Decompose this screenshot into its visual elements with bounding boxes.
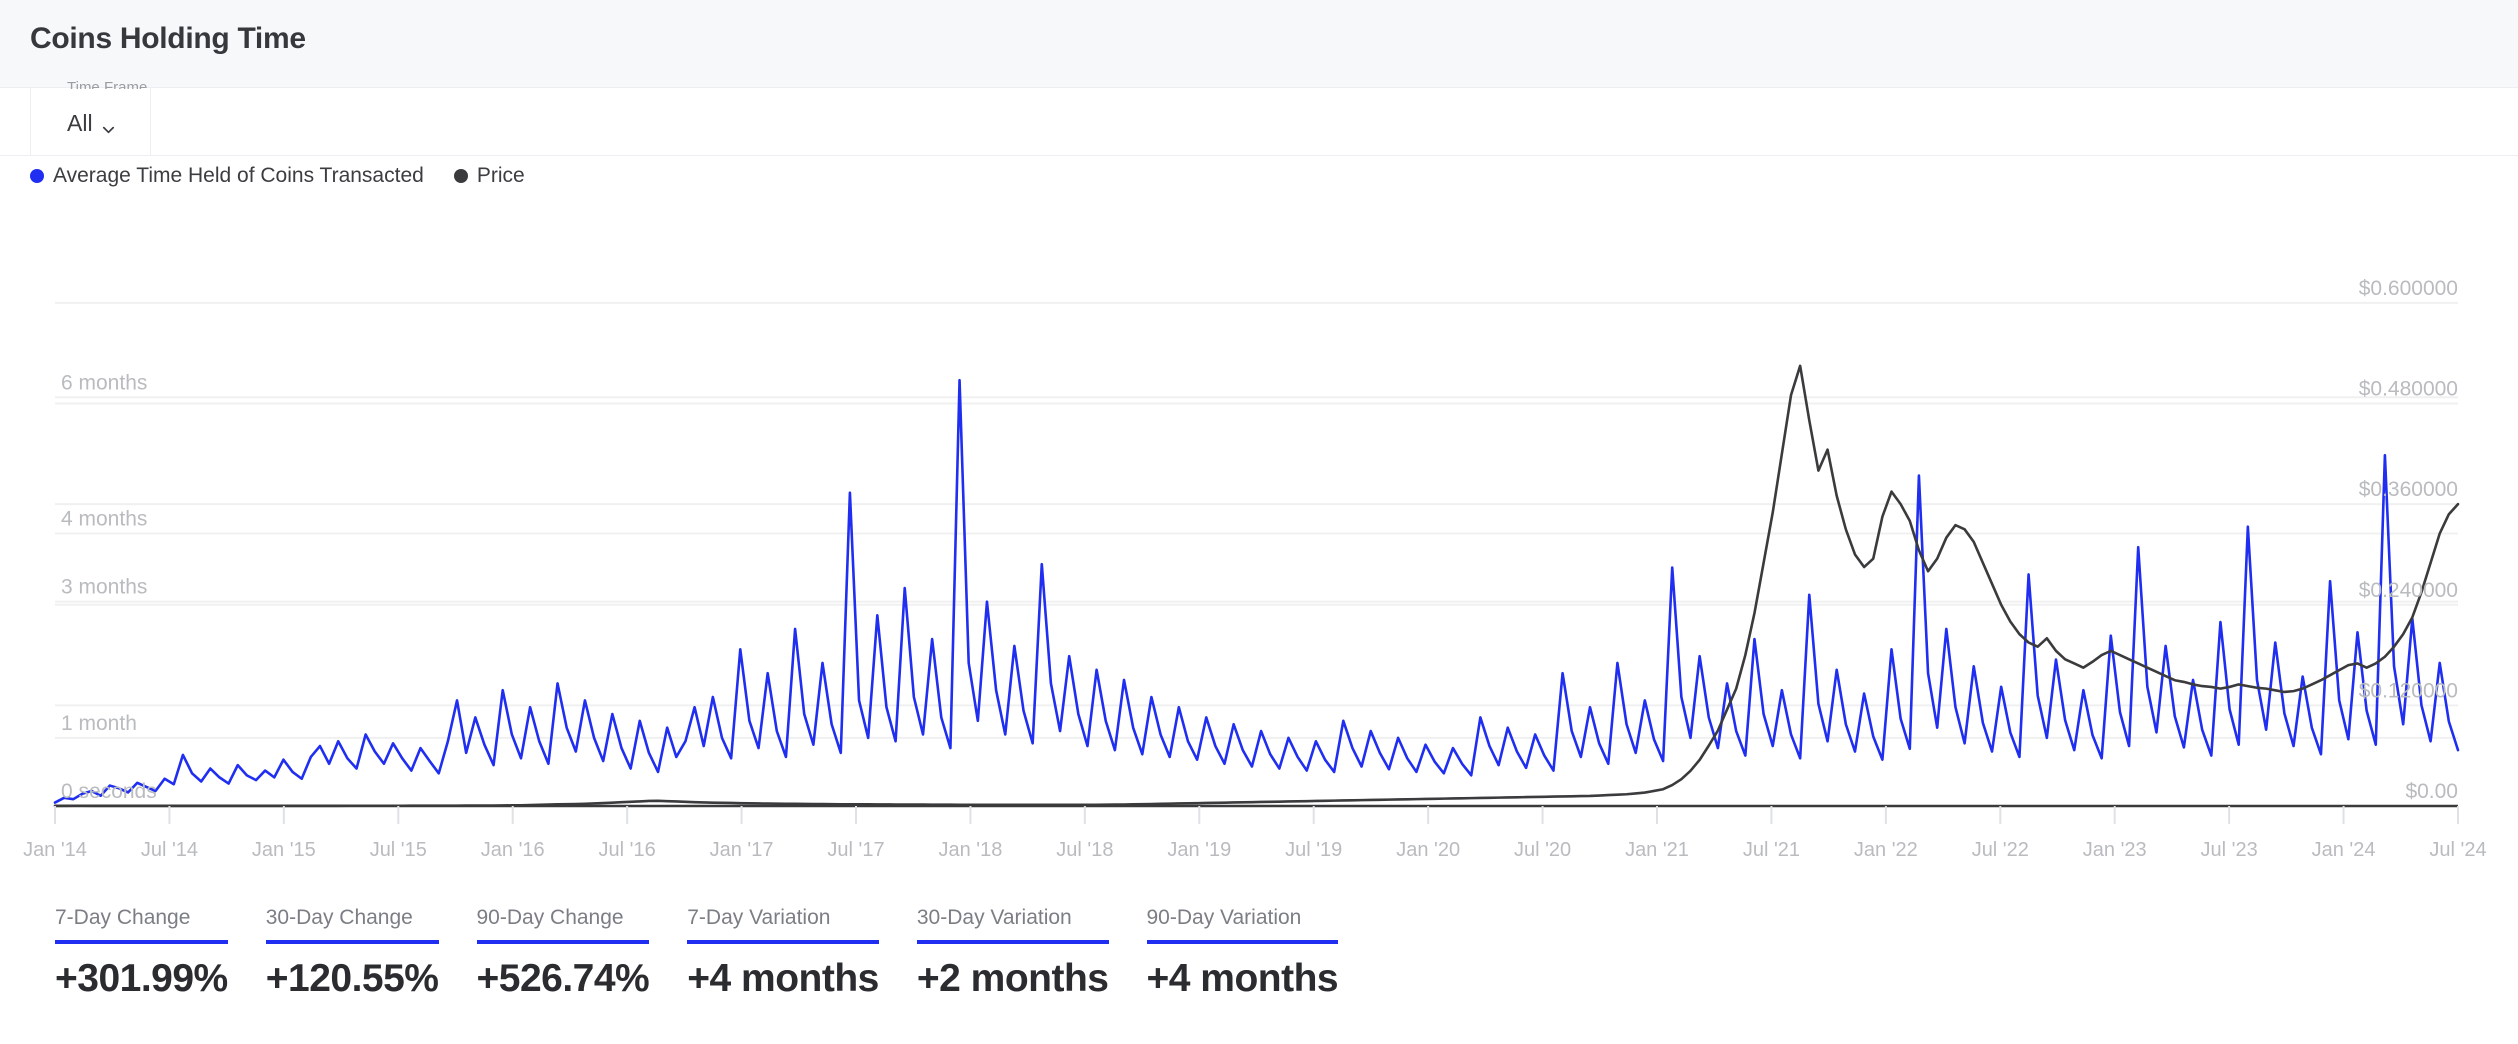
- x-tick-label: Jan '22: [1854, 839, 1918, 861]
- chart-gridlines: [55, 303, 2458, 738]
- y-left-tick-label: 6 months: [61, 371, 147, 394]
- x-tick-label: Jul '15: [370, 839, 427, 861]
- x-tick-label: Jan '18: [938, 839, 1002, 861]
- stat-label: 90-Day Change: [477, 905, 650, 940]
- legend-dot-icon: [454, 169, 468, 183]
- x-tick-label: Jan '23: [2083, 839, 2147, 861]
- x-tick-label: Jul '19: [1285, 839, 1342, 861]
- legend-label: Price: [477, 164, 525, 188]
- y-right-tick-label: $0.00: [2405, 780, 2458, 803]
- timeframe-value: All: [67, 110, 93, 137]
- x-tick-label: Jul '24: [2429, 839, 2486, 861]
- chevron-down-icon: [101, 116, 116, 131]
- x-tick-label: Jan '15: [252, 839, 316, 861]
- stat-value: +526.74%: [477, 944, 650, 1001]
- timeframe-label: Time Frame: [67, 80, 147, 89]
- stats-row: 7-Day Change +301.99% 30-Day Change +120.55…: [55, 905, 1376, 1001]
- x-tick-label: Jul '14: [141, 839, 198, 861]
- stat-value: +2 months: [917, 944, 1109, 1001]
- stat-card: 90-Day Change +526.74%: [477, 905, 688, 1001]
- x-tick-label: Jul '20: [1514, 839, 1571, 861]
- timeframe-control-cell[interactable]: Time Frame All: [30, 88, 151, 156]
- stat-value: +301.99%: [55, 944, 228, 1001]
- series-line: [55, 366, 2458, 806]
- x-tick-label: Jan '14: [23, 839, 87, 861]
- series-line: [55, 380, 2458, 802]
- x-tick-label: Jan '19: [1167, 839, 1231, 861]
- controls-bar: Time Frame All: [0, 88, 2518, 156]
- y-left-tick-label: 4 months: [61, 508, 147, 531]
- y-left-tick-label: 1 month: [61, 712, 137, 735]
- chart-series-group: [55, 366, 2458, 806]
- stat-card: 30-Day Change +120.55%: [266, 905, 477, 1001]
- stat-label: 7-Day Variation: [687, 905, 879, 940]
- x-tick-label: Jul '18: [1056, 839, 1113, 861]
- stat-value: +4 months: [1147, 944, 1339, 1001]
- x-tick-label: Jan '16: [481, 839, 545, 861]
- chart-x-labels: Jan '14 Jul '14 Jan '15 Jul '15 Jan '16 Jul '…: [23, 839, 2487, 861]
- legend-label: Average Time Held of Coins Transacted: [53, 164, 424, 188]
- stat-card: 7-Day Variation +4 months: [687, 905, 917, 1001]
- legend-item-average-time-held[interactable]: Average Time Held of Coins Transacted: [30, 164, 424, 188]
- stat-card: 7-Day Change +301.99%: [55, 905, 266, 1001]
- y-right-tick-label: $0.480000: [2359, 378, 2458, 401]
- x-tick-label: Jul '21: [1743, 839, 1800, 861]
- stats-bar: 7-Day Change +301.99% 30-Day Change +120.55…: [0, 905, 2518, 1044]
- stat-label: 30-Day Change: [266, 905, 439, 940]
- stat-label: 7-Day Change: [55, 905, 228, 940]
- legend-dot-icon: [30, 169, 44, 183]
- stat-card: 30-Day Variation +2 months: [917, 905, 1147, 1001]
- chart-legend: Average Time Held of Coins Transacted Pr…: [30, 162, 525, 190]
- stat-value: +4 months: [687, 944, 879, 1001]
- coins-holding-time-panel: Coins Holding Time Time Frame All Averag…: [0, 0, 2518, 1044]
- x-tick-label: Jul '23: [2201, 839, 2258, 861]
- y-left-tick-label: 3 months: [61, 576, 147, 599]
- x-tick-label: Jan '21: [1625, 839, 1689, 861]
- stat-label: 30-Day Variation: [917, 905, 1109, 940]
- chart-y-right-labels: $0.00 $0.120000 $0.240000 $0.360000 $0.48000…: [2359, 277, 2458, 803]
- legend-item-price[interactable]: Price: [454, 164, 525, 188]
- holding-time-chart[interactable]: 0 seconds 1 month 3 months 4 months 6 months…: [0, 200, 2518, 890]
- stat-value: +120.55%: [266, 944, 439, 1001]
- y-right-tick-label: $0.240000: [2359, 579, 2458, 602]
- chart-area[interactable]: 0 seconds 1 month 3 months 4 months 6 months…: [0, 200, 2518, 890]
- panel-header: Coins Holding Time: [0, 0, 2518, 88]
- x-tick-label: Jan '20: [1396, 839, 1460, 861]
- y-left-tick-label: 0 seconds: [61, 780, 157, 803]
- timeframe-select[interactable]: All: [67, 110, 116, 137]
- x-tick-label: Jan '17: [710, 839, 774, 861]
- chart-tickmarks: [55, 806, 2458, 824]
- y-right-tick-label: $0.120000: [2359, 679, 2458, 702]
- stat-label: 90-Day Variation: [1147, 905, 1339, 940]
- page-title: Coins Holding Time: [30, 22, 306, 56]
- x-tick-label: Jul '17: [827, 839, 884, 861]
- x-tick-label: Jan '24: [2312, 839, 2376, 861]
- y-right-tick-label: $0.360000: [2359, 478, 2458, 501]
- stat-card: 90-Day Variation +4 months: [1147, 905, 1377, 1001]
- x-tick-label: Jul '16: [599, 839, 656, 861]
- x-tick-label: Jul '22: [1972, 839, 2029, 861]
- y-right-tick-label: $0.600000: [2359, 277, 2458, 300]
